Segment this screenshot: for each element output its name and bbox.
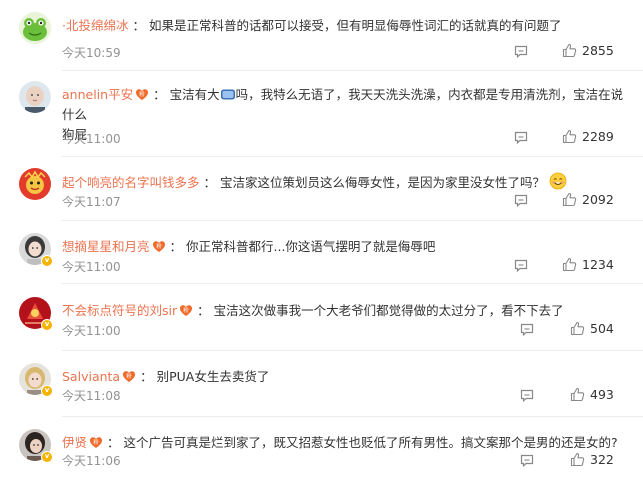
- thumbs-up-icon: [562, 257, 577, 272]
- colon-separator: ：: [169, 239, 183, 254]
- thumbs-up-icon: [570, 387, 585, 402]
- comment-bubble-icon[interactable]: [514, 194, 528, 207]
- avatar[interactable]: [19, 81, 51, 113]
- svg-text:粉: 粉: [183, 306, 189, 314]
- username-link[interactable]: 起个响亮的名字叫钱多多: [62, 175, 200, 190]
- username-link[interactable]: annelin平安: [62, 87, 133, 102]
- colon-separator: ：: [132, 18, 145, 33]
- comment-bubble-icon[interactable]: [520, 323, 534, 336]
- divider: [62, 156, 643, 157]
- fan-badge-icon: 粉: [180, 305, 193, 316]
- username-link[interactable]: 想摘星星和月亮: [62, 239, 150, 254]
- frog-avatar-icon: [19, 12, 51, 44]
- like-count: 504: [590, 321, 614, 336]
- divider: [62, 350, 643, 351]
- colon-separator: ：: [203, 175, 217, 190]
- comment-text: 宝洁有大: [169, 87, 220, 102]
- fan-badge-icon: 粉: [90, 437, 103, 448]
- colon-separator: ：: [197, 303, 210, 318]
- comment-time: 今天11:00: [62, 132, 121, 146]
- verified-v-icon: v: [41, 319, 53, 331]
- fan-badge-icon: 粉: [136, 89, 149, 100]
- like-count: 322: [590, 452, 614, 467]
- like-count: 2855: [582, 43, 614, 58]
- like-count: 493: [590, 387, 614, 402]
- svg-text:粉: 粉: [126, 372, 132, 380]
- divider: [62, 70, 643, 71]
- verified-v-icon: v: [41, 385, 53, 397]
- divider: [62, 220, 643, 221]
- comment-text: 别PUA女生去卖货了: [156, 369, 270, 384]
- fan-badge-icon: 粉: [123, 371, 136, 382]
- comment-content: Salvianta 粉 ： 别PUA女生去卖货了: [62, 367, 628, 387]
- comment-time: 今天11:00: [62, 324, 121, 338]
- comment-time: 今天11:08: [62, 389, 121, 403]
- like-count: 2092: [582, 192, 614, 207]
- monitor-emoji-icon: [220, 89, 235, 100]
- colon-separator: ：: [107, 435, 120, 450]
- comment-content: ·北投绵绵冰 ： 如果是正常科普的话都可以接受，但有明显侮辱性词汇的话就真的有问…: [62, 16, 628, 36]
- smile-emoji-icon: [549, 172, 567, 190]
- comment-content: 伊贤粉 ： 这个广告可真是烂到家了，既又招惹女性也贬低了所有男性。搞文案那个是男…: [62, 433, 628, 453]
- divider: [62, 283, 643, 284]
- svg-text:粉: 粉: [139, 90, 145, 98]
- thumbs-up-icon: [562, 129, 577, 144]
- divider: [62, 416, 643, 417]
- fan-badge-icon: 粉: [152, 241, 165, 252]
- like-button[interactable]: 504: [570, 321, 614, 336]
- comment-bubble-icon[interactable]: [514, 259, 528, 272]
- like-count: 1234: [582, 257, 614, 272]
- like-button[interactable]: 493: [570, 387, 614, 402]
- comment-time: 今天11:00: [62, 260, 121, 274]
- verified-v-icon: v: [41, 451, 53, 463]
- red-lion-avatar-icon: [19, 168, 51, 200]
- thumbs-up-icon: [562, 192, 577, 207]
- comment-content: annelin平安粉 ： 宝洁有大 吗，我特么无语了，我天天洗头洗澡，内衣都是专用…: [62, 85, 628, 145]
- username-link[interactable]: 不会标点符号的刘sir: [62, 303, 177, 318]
- comment-list: ·北投绵绵冰 ： 如果是正常科普的话都可以接受，但有明显侮辱性词汇的话就真的有问…: [0, 0, 643, 491]
- comment-time: 今天11:06: [62, 454, 121, 468]
- colon-separator: ：: [140, 369, 153, 384]
- comment-content: 起个响亮的名字叫钱多多 ： 宝洁家这位策划员这么侮辱女性，是因为家里没女性了吗？: [62, 172, 628, 193]
- svg-text:粉: 粉: [93, 438, 99, 446]
- colon-separator: ：: [153, 87, 166, 102]
- like-button[interactable]: 2855: [562, 43, 614, 58]
- avatar[interactable]: [19, 12, 51, 44]
- comment-text: 你正常科普都行...你这语气摆明了就是侮辱吧: [186, 239, 436, 254]
- comment-bubble-icon[interactable]: [514, 131, 528, 144]
- comment-bubble-icon[interactable]: [520, 454, 534, 467]
- comment-text: 如果是正常科普的话都可以接受，但有明显侮辱性词汇的话就真的有问题了: [148, 18, 562, 33]
- username-link[interactable]: Salvianta: [62, 369, 120, 384]
- comment-bubble-icon[interactable]: [520, 389, 534, 402]
- username-link[interactable]: 伊贤: [62, 435, 87, 450]
- like-button[interactable]: 322: [570, 452, 614, 467]
- comment-time: 今天11:07: [62, 195, 121, 209]
- comment-text: 这个广告可真是烂到家了，既又招惹女性也贬低了所有男性。搞文案那个是男的还是女的?: [123, 435, 618, 450]
- thumbs-up-icon: [562, 43, 577, 58]
- like-button[interactable]: 1234: [562, 257, 614, 272]
- comment-content: 想摘星星和月亮粉 ： 你正常科普都行...你这语气摆明了就是侮辱吧: [62, 237, 628, 257]
- like-button[interactable]: 2289: [562, 129, 614, 144]
- thumbs-up-icon: [570, 321, 585, 336]
- comment-text: 宝洁这次做事我一个大老爷们都觉得做的太过分了，看不下去了: [213, 303, 564, 318]
- comment-text: 宝洁家这位策划员这么侮辱女性，是因为家里没女性了吗？: [220, 175, 546, 190]
- comment-time: 今天10:59: [62, 46, 121, 60]
- like-button[interactable]: 2092: [562, 192, 614, 207]
- like-count: 2289: [582, 129, 614, 144]
- username-link[interactable]: ·北投绵绵冰: [62, 18, 128, 33]
- svg-text:粉: 粉: [156, 242, 162, 250]
- verified-v-icon: v: [41, 255, 53, 267]
- comment-content: 不会标点符号的刘sir 粉 ： 宝洁这次做事我一个大老爷们都觉得做的太过分了，看不…: [62, 301, 628, 321]
- baby-avatar-icon: [19, 81, 51, 113]
- comment-bubble-icon[interactable]: [514, 45, 528, 58]
- avatar[interactable]: [19, 168, 51, 200]
- thumbs-up-icon: [570, 452, 585, 467]
